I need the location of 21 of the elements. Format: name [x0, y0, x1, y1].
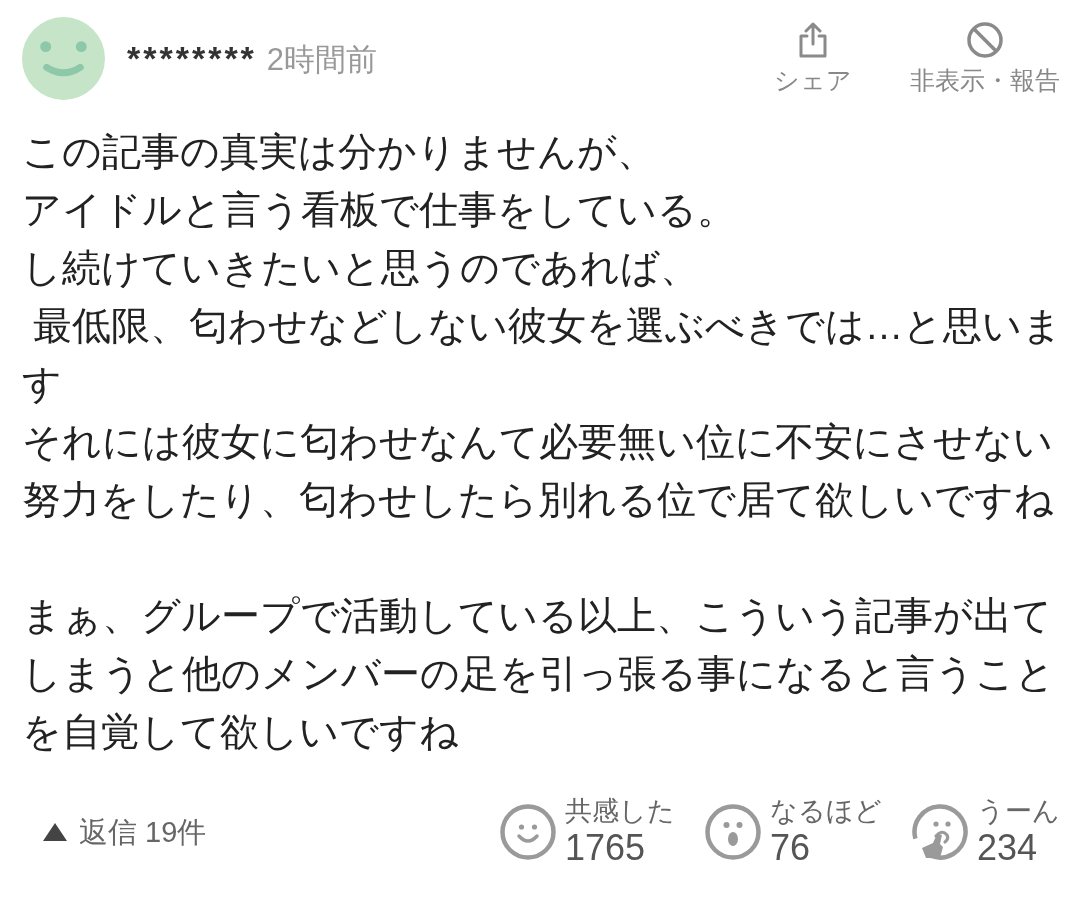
- avatar-icon: [22, 17, 105, 100]
- thinking-face-icon: [912, 803, 968, 860]
- reaction-button[interactable]: 共感した 1765: [500, 795, 675, 868]
- reaction-button[interactable]: うーん 234: [912, 795, 1060, 868]
- replies-button[interactable]: 返信 19件: [43, 813, 207, 850]
- triangle-up-icon: [43, 822, 67, 841]
- comment-line: 最低限、匂わせなどしない彼女を選ぶべきでは…と思います: [22, 303, 1064, 407]
- comment-line: アイドルと言う看板で仕事をしている。: [22, 187, 737, 233]
- reaction-button[interactable]: なるほど 76: [705, 795, 882, 868]
- hide-report-button[interactable]: 非表示・報告: [910, 22, 1060, 95]
- share-button[interactable]: シェア: [774, 22, 852, 95]
- smiley-face-icon: [500, 803, 556, 860]
- comment-line: この記事の真実は分かりませんが、: [22, 129, 657, 175]
- comment-line: それには彼女に匂わせなんて必要無い位に不安にさせない努力をしたり、匂わせしたら別れる位で居て欲しいですね: [22, 419, 1055, 523]
- post-time: 2時間前: [266, 40, 378, 79]
- comment-line: し続けていきたいと思うのであれば、: [22, 245, 700, 291]
- share-icon: [799, 22, 827, 58]
- comment-line: まぁ、グループで活動している以上、こういう記事が出てしまうと他のメンバーの足を引っ張る事になると言うことを自覚して欲しいですね: [22, 593, 1056, 755]
- surprised-face-icon: [705, 803, 761, 860]
- user-name: ********: [127, 37, 257, 78]
- prohibited-icon: [967, 22, 1003, 58]
